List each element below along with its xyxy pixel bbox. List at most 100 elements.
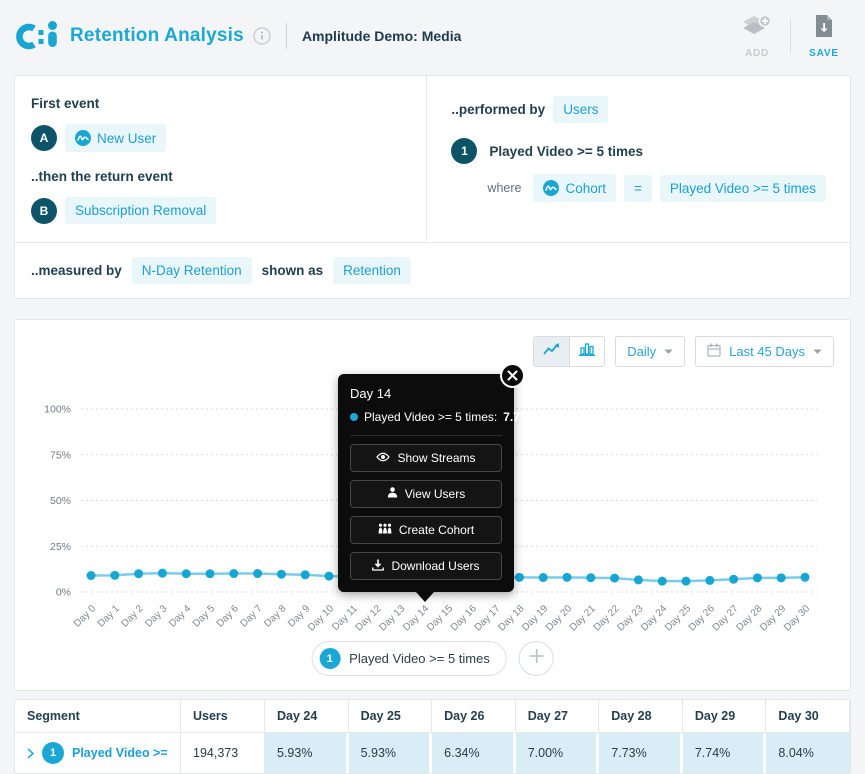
x-axis-label: Day 6 [215, 603, 242, 630]
x-axis-label: Day 1 [96, 603, 123, 630]
retention-cell: 5.93% [349, 733, 433, 773]
chart-type-toggle [533, 336, 605, 367]
column-header: Segment [15, 700, 181, 733]
data-point-day-20[interactable] [563, 573, 572, 582]
add-segment-button[interactable] [519, 641, 554, 676]
date-range-dropdown[interactable]: Last 45 Days [695, 336, 834, 367]
y-axis-label: 0% [56, 587, 71, 599]
create-cohort-button[interactable]: Create Cohort [350, 516, 502, 544]
save-button[interactable]: SAVE [801, 14, 847, 59]
header-divider [286, 23, 287, 49]
y-axis-label: 25% [50, 541, 71, 553]
data-point-day-19[interactable] [539, 573, 548, 582]
data-point-day-26[interactable] [705, 576, 714, 585]
line-chart-icon [543, 342, 560, 361]
data-point-day-5[interactable] [206, 569, 215, 578]
series-color-dot [350, 413, 358, 421]
data-point-day-7[interactable] [253, 569, 262, 578]
first-event-label: First event [31, 96, 410, 111]
data-point-day-3[interactable] [158, 569, 167, 578]
datapoint-tooltip: Day 14 Played Video >= 5 times: 7.75% Sh… [338, 374, 514, 592]
amplitude-cohort-icon [543, 180, 559, 196]
segment-badge: 1 [451, 138, 477, 164]
create-cohort-label: Create Cohort [399, 523, 474, 537]
segment-name: Played Video >= 5 times [489, 144, 643, 159]
chart-panel: Daily Last 45 Days 0%25%50%75%100%Day 0D… [14, 319, 851, 691]
event-b-pill[interactable]: Subscription Removal [65, 197, 216, 224]
amplitude-logo-icon [16, 19, 60, 53]
retention-cell: 8.04% [766, 733, 850, 773]
date-range-value: Last 45 Days [729, 344, 805, 359]
column-header: Day 26 [432, 700, 516, 733]
line-chart-toggle-button[interactable] [534, 337, 569, 366]
data-point-day-22[interactable] [610, 574, 619, 583]
data-point-day-18[interactable] [515, 573, 524, 582]
segment-cell[interactable]: 1 Played Video >= 5 t... [15, 733, 181, 773]
where-operator-pill[interactable]: = [624, 175, 652, 202]
legend-series-label: Played Video >= 5 times [349, 651, 490, 666]
column-header: Day 30 [766, 700, 850, 733]
segment-section: ..performed by Users 1 Played Video >= 5… [427, 76, 850, 242]
data-point-day-6[interactable] [229, 569, 238, 578]
add-layers-icon [741, 14, 773, 43]
data-point-day-28[interactable] [753, 573, 762, 582]
where-property-pill[interactable]: Cohort [533, 174, 616, 202]
chevron-right-icon[interactable] [27, 748, 34, 759]
tooltip-pointer [416, 592, 434, 602]
data-point-day-24[interactable] [658, 577, 667, 586]
where-label: where [487, 181, 521, 195]
users-cell: 194,373 [181, 733, 265, 773]
retention-cell: 7.74% [683, 733, 767, 773]
event-b-badge: B [31, 198, 57, 224]
view-users-button[interactable]: View Users [350, 480, 502, 508]
data-point-day-0[interactable] [87, 571, 96, 580]
chevron-down-icon [664, 349, 673, 355]
column-header: Day 27 [516, 700, 600, 733]
column-header: Day 25 [349, 700, 433, 733]
y-axis-label: 75% [50, 449, 71, 461]
data-point-day-4[interactable] [182, 569, 191, 578]
event-b-name: Subscription Removal [75, 203, 206, 218]
data-point-day-21[interactable] [586, 573, 595, 582]
shown-as-pill[interactable]: Retention [333, 257, 411, 284]
data-point-day-9[interactable] [301, 570, 310, 579]
event-a-pill[interactable]: New User [65, 124, 166, 152]
data-point-day-29[interactable] [777, 573, 786, 582]
data-point-day-1[interactable] [110, 571, 119, 580]
legend-series-pill[interactable]: 1 Played Video >= 5 times [311, 641, 507, 676]
bar-chart-toggle-button[interactable] [569, 337, 604, 366]
data-point-day-2[interactable] [134, 569, 143, 578]
where-property: Cohort [565, 181, 606, 196]
shown-as-label: shown as [262, 263, 324, 278]
cohort-people-icon [378, 523, 392, 537]
x-axis-label: Day 5 [191, 603, 218, 630]
plus-icon [528, 648, 544, 669]
segment-row-name[interactable]: Played Video >= 5 t... [72, 746, 168, 760]
measured-by-pill[interactable]: N-Day Retention [132, 257, 252, 284]
results-table: Segment Users Day 24 Day 25 Day 26 Day 2… [14, 699, 851, 774]
data-point-day-8[interactable] [277, 570, 286, 579]
performed-by-value: Users [563, 102, 598, 117]
info-icon[interactable] [253, 27, 271, 45]
data-point-day-25[interactable] [682, 577, 691, 586]
data-point-day-23[interactable] [634, 575, 643, 584]
show-streams-button[interactable]: Show Streams [350, 444, 502, 472]
shown-as-value: Retention [343, 263, 401, 278]
show-streams-label: Show Streams [397, 451, 475, 465]
column-header: Users [181, 700, 265, 733]
column-header: Day 24 [265, 700, 349, 733]
interval-dropdown[interactable]: Daily [615, 336, 685, 367]
data-point-day-30[interactable] [801, 573, 810, 582]
data-point-day-27[interactable] [729, 575, 738, 584]
where-value-pill[interactable]: Played Video >= 5 times [660, 175, 826, 202]
data-point-day-10[interactable] [325, 572, 334, 581]
performed-by-pill[interactable]: Users [553, 96, 608, 123]
x-axis-label: Day 4 [167, 603, 194, 630]
where-value: Played Video >= 5 times [670, 181, 816, 196]
calendar-icon [707, 343, 721, 360]
close-icon[interactable] [500, 363, 525, 388]
measured-by-value: N-Day Retention [142, 263, 242, 278]
add-button[interactable]: ADD [734, 14, 780, 59]
download-users-button[interactable]: Download Users [350, 552, 502, 580]
legend-series-badge: 1 [319, 648, 340, 669]
